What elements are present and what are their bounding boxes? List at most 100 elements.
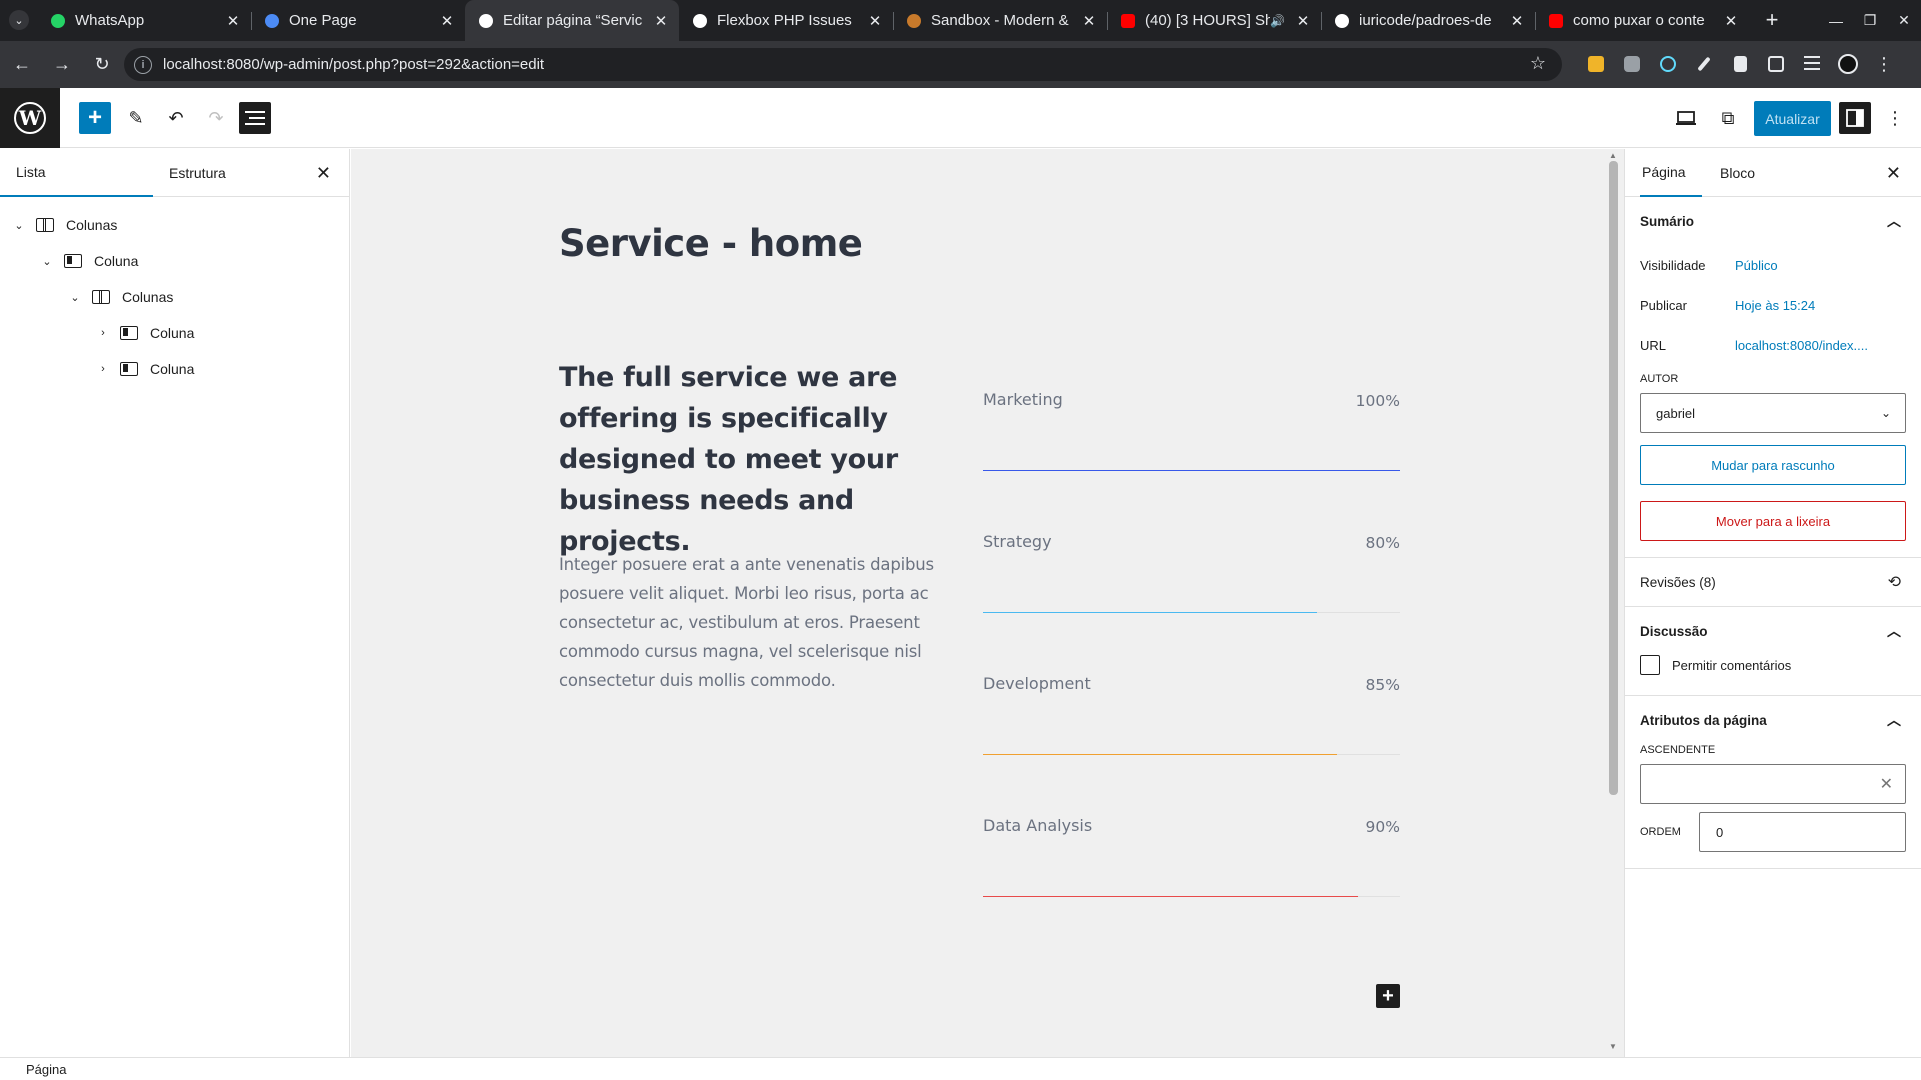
inline-inserter-button[interactable]: +	[1376, 984, 1400, 1008]
close-window-icon[interactable]: ✕	[1887, 12, 1921, 29]
chevron-right-icon[interactable]: ›	[96, 363, 110, 375]
options-menu-icon[interactable]: ⋮	[1879, 102, 1911, 134]
close-tab-icon[interactable]: ✕	[653, 12, 669, 30]
allow-comments-checkbox[interactable]	[1640, 655, 1660, 675]
close-tab-icon[interactable]: ✕	[1295, 12, 1311, 30]
canvas-scrollbar[interactable]	[1609, 161, 1618, 795]
redo-icon[interactable]: ↷	[200, 102, 232, 134]
browser-tab[interactable]: iuricode/padroes-de ✕	[1321, 0, 1535, 41]
chevron-up-icon[interactable]: ︿	[1887, 211, 1901, 231]
tab-bloco[interactable]: Bloco	[1712, 149, 1763, 197]
chevron-up-icon[interactable]: ︿	[1887, 621, 1901, 641]
skill-bar[interactable]: Data Analysis 90%	[983, 816, 1400, 958]
skill-bar[interactable]: Marketing 100%	[983, 390, 1400, 532]
settings-sidebar-button[interactable]	[1839, 102, 1871, 134]
url-toggle[interactable]: localhost:8080/index....	[1735, 338, 1868, 353]
wordpress-logo-icon[interactable]: W	[0, 88, 60, 148]
discussion-heading[interactable]: Discussão ︿	[1625, 607, 1921, 655]
list-view-item[interactable]: ⌄ Colunas	[0, 207, 349, 243]
minimize-icon[interactable]: —	[1819, 13, 1853, 29]
browser-tab[interactable]: One Page ✕	[251, 0, 465, 41]
browser-tab[interactable]: Sandbox - Modern & ✕	[893, 0, 1107, 41]
undo-icon[interactable]: ↶	[160, 102, 192, 134]
document-overview-button[interactable]	[239, 102, 271, 134]
tab-title[interactable]: Editar página “Servic	[503, 12, 653, 29]
close-tab-icon[interactable]: ✕	[1509, 12, 1525, 30]
list-view-item[interactable]: ⌄ Coluna	[0, 243, 349, 279]
list-view-item[interactable]: › Coluna	[0, 315, 349, 351]
restore-icon[interactable]: ❐	[1853, 12, 1887, 29]
view-page-external-icon[interactable]: ⧉	[1712, 102, 1744, 134]
browser-tab[interactable]: WhatsApp ✕	[37, 0, 251, 41]
scroll-up-arrow-icon[interactable]: ▲	[1609, 151, 1617, 160]
extensions-puzzle-icon[interactable]	[1758, 49, 1794, 79]
audio-playing-icon[interactable]: 🔊	[1270, 14, 1285, 28]
revisions-link[interactable]: Revisões (8) ⟲	[1625, 558, 1921, 606]
browser-tab[interactable]: Flexbox PHP Issues ✕	[679, 0, 893, 41]
page-title[interactable]: Service - home	[559, 222, 863, 265]
block-inserter-button[interactable]: +	[79, 102, 111, 134]
scroll-down-arrow-icon[interactable]: ▼	[1609, 1042, 1617, 1051]
tab-title[interactable]: Sandbox - Modern &	[931, 12, 1081, 29]
order-input[interactable]: 0	[1699, 812, 1906, 852]
close-sidebar-icon[interactable]: ✕	[1886, 163, 1901, 184]
tab-title[interactable]: (40) [3 HOURS] Sh	[1145, 12, 1270, 29]
move-to-trash-button[interactable]: Mover para a lixeira	[1640, 501, 1906, 541]
camera-extension-icon[interactable]	[1614, 49, 1650, 79]
extension-icon-1[interactable]	[1578, 49, 1614, 79]
profile-avatar-icon[interactable]	[1830, 49, 1866, 79]
close-tab-icon[interactable]: ✕	[1081, 12, 1097, 30]
clear-icon[interactable]: ✕	[1880, 774, 1893, 794]
skill-bar[interactable]: Strategy 80%	[983, 532, 1400, 674]
close-list-view-icon[interactable]: ✕	[316, 163, 331, 184]
publish-date-toggle[interactable]: Hoje às 15:24	[1735, 298, 1815, 313]
skill-bar[interactable]: Development 85%	[983, 674, 1400, 816]
summary-heading[interactable]: Sumário ︿	[1625, 197, 1921, 245]
browser-menu-icon[interactable]: ⋮	[1866, 49, 1902, 79]
tab-title[interactable]: WhatsApp	[75, 12, 225, 29]
allow-comments-label[interactable]: Permitir comentários	[1672, 658, 1791, 673]
author-select[interactable]: gabriel ⌄	[1640, 393, 1906, 433]
chevron-down-icon[interactable]: ⌄	[68, 291, 82, 304]
page-attributes-heading[interactable]: Atributos da página ︿	[1625, 696, 1921, 744]
browser-tab[interactable]: Editar página “Servic ✕	[465, 0, 679, 41]
lead-heading[interactable]: The full service we are offering is spec…	[559, 357, 964, 562]
chevron-right-icon[interactable]: ›	[96, 327, 110, 339]
address-url[interactable]: localhost:8080/wp-admin/post.php?post=29…	[163, 56, 544, 73]
color-picker-icon[interactable]	[1686, 49, 1722, 79]
document-extension-icon[interactable]	[1722, 49, 1758, 79]
react-devtools-icon[interactable]	[1650, 49, 1686, 79]
new-tab-button[interactable]: +	[1757, 7, 1787, 33]
tab-title[interactable]: como puxar o conte	[1573, 12, 1723, 29]
tab-estrutura[interactable]: Estrutura	[169, 149, 226, 197]
preview-device-icon[interactable]	[1670, 102, 1702, 134]
close-tab-icon[interactable]: ✕	[225, 12, 241, 30]
browser-tab[interactable]: (40) [3 HOURS] Sh 🔊 ✕	[1107, 0, 1321, 41]
tab-pagina[interactable]: Página	[1640, 149, 1702, 197]
chevron-down-icon[interactable]: ⌄	[40, 255, 54, 268]
breadcrumb-page[interactable]: Página	[26, 1062, 66, 1077]
update-button[interactable]: Atualizar	[1754, 101, 1831, 136]
chevron-down-icon[interactable]: ⌄	[12, 219, 26, 232]
tools-pencil-icon[interactable]: ✎	[120, 102, 152, 134]
close-tab-icon[interactable]: ✕	[439, 12, 455, 30]
forward-icon[interactable]: →	[42, 54, 82, 75]
tab-title[interactable]: Flexbox PHP Issues	[717, 12, 867, 29]
address-bar[interactable]: i localhost:8080/wp-admin/post.php?post=…	[124, 48, 1562, 81]
back-icon[interactable]: ←	[2, 54, 42, 75]
bookmark-star-icon[interactable]: ☆	[1530, 53, 1546, 74]
tab-title[interactable]: iuricode/padroes-de	[1359, 12, 1509, 29]
body-paragraph[interactable]: Integer posuere erat a ante venenatis da…	[559, 550, 979, 695]
media-control-icon[interactable]	[1794, 49, 1830, 79]
tab-lista[interactable]: Lista	[0, 149, 153, 197]
reload-icon[interactable]: ↻	[82, 54, 122, 75]
switch-to-draft-button[interactable]: Mudar para rascunho	[1640, 445, 1906, 485]
list-view-item[interactable]: ⌄ Colunas	[0, 279, 349, 315]
browser-tab[interactable]: como puxar o conte ✕	[1535, 0, 1749, 41]
parent-page-combobox[interactable]: ✕	[1640, 764, 1906, 804]
tab-search-icon[interactable]: ⌄	[9, 10, 29, 30]
close-tab-icon[interactable]: ✕	[867, 12, 883, 30]
close-tab-icon[interactable]: ✕	[1723, 12, 1739, 30]
visibility-toggle[interactable]: Público	[1735, 258, 1778, 273]
list-view-item[interactable]: › Coluna	[0, 351, 349, 387]
